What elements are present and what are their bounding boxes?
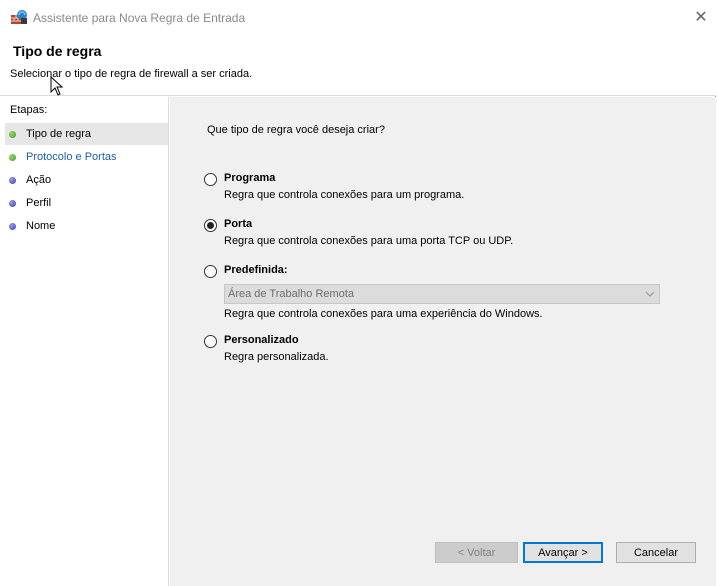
radio-porta[interactable] bbox=[204, 219, 217, 232]
content-panel: Que tipo de regra você deseja criar? Pro… bbox=[170, 97, 716, 586]
option-description: Regra que controla conexões para uma exp… bbox=[224, 308, 543, 320]
rule-type-question: Que tipo de regra você deseja criar? bbox=[207, 124, 385, 136]
predefined-rule-select: Área de Trabalho Remota bbox=[224, 284, 660, 304]
steps-title: Etapas: bbox=[10, 104, 48, 116]
steps-sidebar: Etapas: Tipo de regra Protocolo e Portas… bbox=[3, 97, 169, 586]
step-label: Ação bbox=[26, 174, 52, 186]
step-label: Perfil bbox=[26, 197, 52, 209]
step-status-pending-icon bbox=[9, 199, 16, 207]
option-label[interactable]: Programa bbox=[224, 172, 275, 184]
title-bar: Assistente para Nova Regra de Entrada ✕ bbox=[0, 0, 716, 34]
step-status-pending-icon bbox=[9, 222, 16, 230]
radio-programa[interactable] bbox=[204, 173, 217, 186]
window-title: Assistente para Nova Regra de Entrada bbox=[33, 11, 246, 25]
step-status-done-icon bbox=[9, 153, 16, 161]
page-title: Tipo de regra bbox=[13, 43, 102, 59]
chevron-down-icon bbox=[645, 287, 655, 304]
select-value: Área de Trabalho Remota bbox=[228, 288, 354, 300]
step-perfil: Perfil bbox=[5, 192, 168, 214]
page-subtitle: Selecionar o tipo de regra de firewall a… bbox=[10, 68, 253, 80]
next-button[interactable]: Avançar > bbox=[523, 542, 603, 563]
step-label: Protocolo e Portas bbox=[26, 151, 117, 163]
option-label[interactable]: Personalizado bbox=[224, 334, 299, 346]
option-label[interactable]: Predefinida: bbox=[224, 264, 288, 276]
step-tipo-de-regra[interactable]: Tipo de regra bbox=[5, 123, 168, 145]
option-description: Regra que controla conexões para uma por… bbox=[224, 235, 514, 247]
back-button: < Voltar bbox=[435, 542, 518, 563]
option-label[interactable]: Porta bbox=[224, 218, 252, 230]
page-header: Tipo de regra Selecionar o tipo de regra… bbox=[0, 34, 716, 96]
mouse-cursor-icon bbox=[50, 75, 64, 96]
wizard-window: Assistente para Nova Regra de Entrada ✕ … bbox=[0, 0, 716, 586]
step-status-done-icon bbox=[9, 130, 16, 138]
radio-predefinida[interactable] bbox=[204, 265, 217, 278]
close-icon[interactable]: ✕ bbox=[686, 4, 716, 30]
step-label: Nome bbox=[26, 220, 56, 232]
step-nome: Nome bbox=[5, 215, 168, 237]
option-description: Regra que controla conexões para um prog… bbox=[224, 189, 465, 201]
firewall-app-icon bbox=[10, 9, 28, 25]
cancel-button[interactable]: Cancelar bbox=[616, 542, 696, 563]
step-acao: Ação bbox=[5, 169, 168, 191]
step-label: Tipo de regra bbox=[26, 128, 92, 140]
radio-personalizado[interactable] bbox=[204, 335, 217, 348]
option-description: Regra personalizada. bbox=[224, 351, 329, 363]
step-protocolo-e-portas[interactable]: Protocolo e Portas bbox=[5, 146, 168, 168]
step-status-pending-icon bbox=[9, 176, 16, 184]
